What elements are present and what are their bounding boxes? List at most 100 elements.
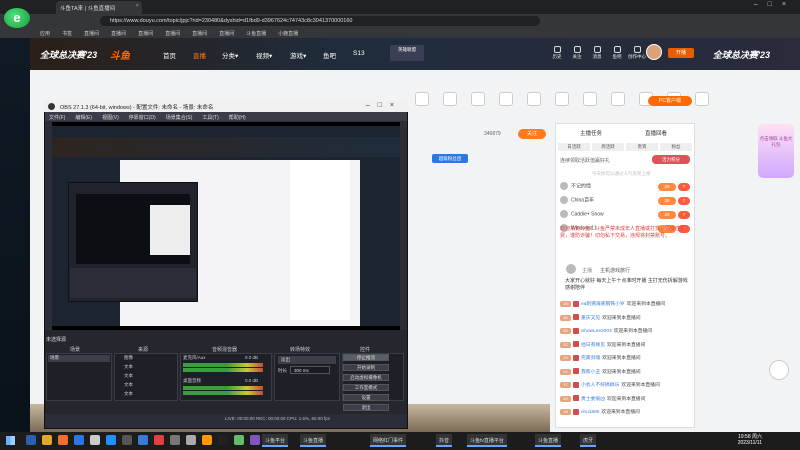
header-icon-4[interactable]: 创作中心 — [626, 46, 648, 60]
subtab-daily[interactable]: 日活跃 — [558, 143, 590, 151]
nav-item[interactable]: S13 — [353, 50, 365, 57]
float-assistant-icon[interactable] — [769, 360, 789, 380]
control-button-5[interactable]: 退出 — [343, 404, 389, 411]
taskbar-app[interactable]: 斗鱼tv直播平台 — [467, 434, 507, 447]
tab-replay[interactable]: 直播回看 — [645, 129, 667, 137]
chat-username[interactable]: 我和小丑 — [581, 370, 600, 375]
side-promo[interactable]: 点击领取 斗鱼大礼包 — [758, 124, 794, 178]
bookmark-item[interactable]: 直播间 — [84, 31, 99, 37]
bookmark-item[interactable]: 直播间 — [138, 31, 153, 37]
gift-item[interactable] — [550, 92, 574, 108]
chat-username[interactable]: ea刺猬海底钢铁小岁 — [581, 302, 625, 307]
source-item[interactable]: 文本 — [124, 364, 174, 371]
chat-message[interactable]: 21 我和小丑 欢迎来到本直播间 — [560, 368, 690, 377]
obs-menu-item[interactable]: 帮助(H) — [229, 115, 246, 121]
nav-item[interactable]: 鱼吧 — [323, 50, 336, 60]
scene-item[interactable]: 场景 — [48, 355, 110, 362]
chat-message[interactable]: 17 小会人不好搞搞乐 欢迎来到本直播间 — [560, 381, 690, 390]
chat-message[interactable]: 30 重庆又见 欢迎来到本直播间 — [560, 314, 690, 323]
chat-message[interactable]: 20 勇士委很凶 欢迎来到本直播间 — [560, 395, 690, 404]
pc-client-button[interactable]: PC客户端 — [648, 96, 692, 106]
browser-tab[interactable]: 斗鱼TA来 | 斗鱼直播间 × — [56, 1, 142, 14]
bookmark-item[interactable]: 直播间 — [192, 31, 207, 37]
bookmark-item[interactable]: 直播间 — [165, 31, 180, 37]
nav-item[interactable]: 直播 — [193, 50, 206, 60]
taskbar-app-icon[interactable] — [218, 435, 228, 445]
taskbar-app-icon[interactable] — [186, 435, 196, 445]
taskbar-app-icon[interactable] — [138, 435, 148, 445]
bookmark-item[interactable]: 书签 — [62, 31, 72, 37]
taskbar-app-icon[interactable] — [122, 435, 132, 445]
chat-username[interactable]: ShowLee2003 — [581, 329, 612, 334]
transition-select[interactable]: 淡出 — [278, 356, 336, 364]
duration-field[interactable]: 300 ms — [290, 366, 330, 374]
taskbar-app-icon[interactable] — [202, 435, 212, 445]
taskbar-app-icon[interactable] — [58, 435, 68, 445]
gift-item[interactable] — [578, 92, 602, 108]
event-brand[interactable]: 全球总决赛'23 — [40, 48, 97, 61]
rank-row[interactable]: 不记的情 28 7 — [560, 182, 692, 194]
gift-item[interactable] — [522, 92, 546, 108]
gift-item[interactable] — [494, 92, 518, 108]
chat-username[interactable]: 小会人不好搞搞乐 — [581, 383, 619, 388]
taskbar-app-icon[interactable] — [170, 435, 180, 445]
taskbar-app-icon[interactable] — [106, 435, 116, 445]
url-field[interactable]: https://www.douyu.com/topic/jpjc?rid=230… — [100, 16, 540, 26]
taskbar-app-icon[interactable] — [90, 435, 100, 445]
header-icon-3[interactable]: 鱼吧 — [606, 46, 628, 60]
gift-item[interactable] — [410, 92, 434, 108]
bookmark-item[interactable]: 小鹿直播 — [278, 31, 298, 37]
control-button-0[interactable]: 停止推流 — [343, 354, 389, 361]
chat-message[interactable]: 25 ShowLee2003 欢迎来到本直播间 — [560, 327, 690, 336]
gift-item[interactable] — [690, 92, 714, 108]
chat-username[interactable]: chu1890 — [581, 410, 599, 415]
chat-username[interactable]: 完美剑魂 — [581, 356, 600, 361]
control-button-4[interactable]: 设置 — [343, 394, 389, 401]
chat-username[interactable]: 他日有缘见 — [581, 343, 605, 348]
tab-anchor-task[interactable]: 主播任务 — [580, 129, 602, 137]
nav-item[interactable]: 游戏▾ — [290, 50, 306, 60]
header-icon-1[interactable]: 关注 — [566, 46, 588, 60]
taskbar-app[interactable]: 斗鱼平台 — [262, 434, 289, 447]
taskbar-app[interactable]: 虎牙 — [580, 434, 597, 447]
chat-message[interactable]: 18 chu1890 欢迎来到本直播间 — [560, 408, 690, 417]
obs-window-controls[interactable]: –□× — [366, 102, 402, 109]
header-icon-2[interactable]: 消息 — [586, 46, 608, 60]
gift-item[interactable] — [606, 92, 630, 108]
obs-menu-item[interactable]: 编辑(E) — [75, 115, 92, 121]
taskbar-app-icon[interactable] — [250, 435, 260, 445]
rank-row[interactable]: Caddie+ Snow 28 7 — [560, 210, 692, 222]
obs-menu-item[interactable]: 场景集合(S) — [166, 115, 193, 121]
chat-message[interactable]: 19 完美剑魂 欢迎来到本直播间 — [560, 354, 690, 363]
control-button-3[interactable]: 工作室模式 — [343, 384, 389, 391]
fan-club-badge[interactable]: 超级粉丝团 — [432, 154, 468, 163]
chat-username[interactable]: 重庆又见 — [581, 316, 600, 321]
obs-menu-item[interactable]: 文件(F) — [49, 115, 65, 121]
subtab-fans[interactable]: 粉丝 — [660, 143, 692, 151]
site-logo[interactable]: 斗鱼 — [110, 47, 130, 62]
close-tab-icon[interactable]: × — [136, 3, 139, 9]
control-button-2[interactable]: 启动虚拟摄像机 — [343, 374, 389, 381]
benefit-button[interactable]: 活力积分 — [652, 155, 690, 164]
taskbar-app-icon[interactable] — [234, 435, 244, 445]
bookmark-item[interactable]: 直播间 — [219, 31, 234, 37]
taskbar-app-icon[interactable] — [154, 435, 164, 445]
gift-item[interactable] — [438, 92, 462, 108]
rank-row[interactable]: China百年 28 7 — [560, 196, 692, 208]
taskbar-app[interactable]: 抖音 — [436, 434, 453, 447]
obs-menu-item[interactable]: 视图(V) — [102, 115, 119, 121]
taskbar-app-icon[interactable] — [26, 435, 36, 445]
window-controls[interactable]: –□× — [754, 1, 796, 8]
chat-username[interactable]: 勇士委很凶 — [581, 397, 605, 402]
header-icon-0[interactable]: 历史 — [546, 46, 568, 60]
bookmark-item[interactable]: 应用 — [40, 31, 50, 37]
chat-message[interactable]: 28 ea刺猬海底钢铁小岁 欢迎来到本直播间 — [560, 300, 690, 309]
taskbar-app[interactable]: 斗鱼直播 — [535, 434, 562, 447]
source-item[interactable]: 文本 — [124, 391, 174, 398]
start-icon[interactable] — [6, 436, 15, 445]
control-button-1[interactable]: 开始录制 — [343, 364, 389, 371]
obs-menu-item[interactable]: 停靠窗口(D) — [129, 115, 156, 121]
bookmark-item[interactable]: 斗鱼直播 — [246, 31, 266, 37]
taskbar-app[interactable]: 斗鱼直播 — [300, 434, 327, 447]
lol-badge[interactable]: 英雄联盟 — [390, 45, 424, 61]
